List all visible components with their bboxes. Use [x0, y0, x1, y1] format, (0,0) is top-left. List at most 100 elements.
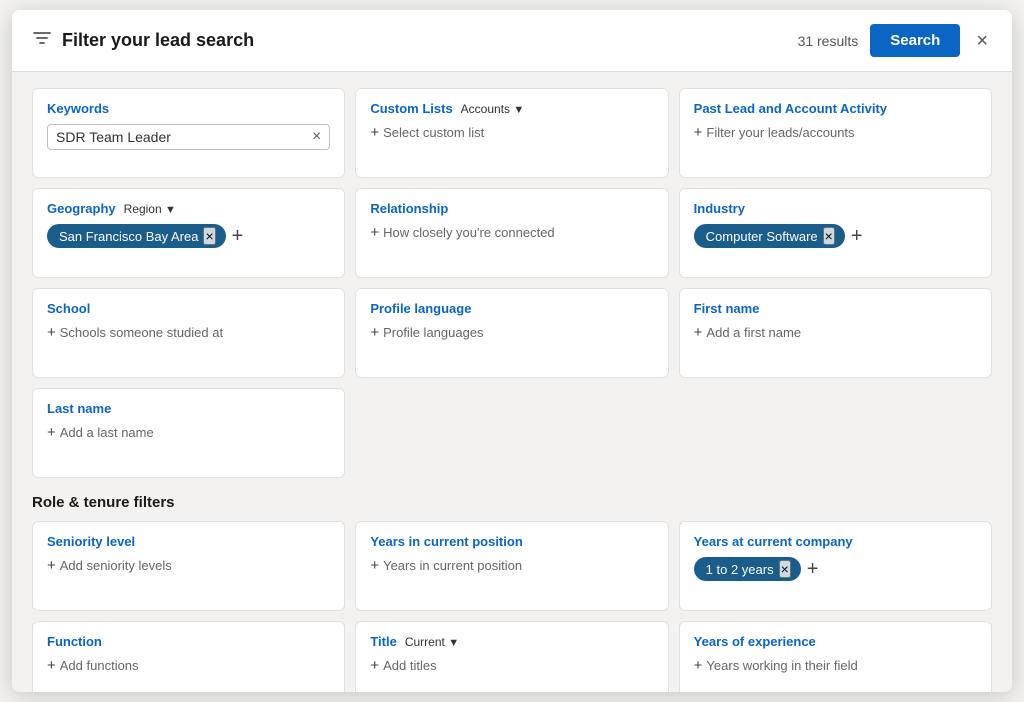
title-arrow-icon: ▼ — [448, 637, 459, 649]
custom-lists-plus-icon: + — [370, 124, 379, 141]
last-name-plus-icon: + — [47, 424, 56, 441]
profile-language-placeholder[interactable]: + Profile languages — [370, 324, 483, 341]
industry-tag-remove[interactable]: × — [823, 227, 835, 245]
seniority-level-plus-icon: + — [47, 557, 56, 574]
first-name-plus-icon: + — [694, 324, 703, 341]
modal-title: Filter your lead search — [62, 30, 254, 51]
title-content: + Add titles — [370, 657, 653, 674]
past-lead-label: Past Lead and Account Activity — [694, 101, 977, 116]
years-experience-content: + Years working in their field — [694, 657, 977, 674]
results-count: 31 results — [798, 33, 859, 49]
seniority-level-label: Seniority level — [47, 534, 330, 549]
first-name-placeholder[interactable]: + Add a first name — [694, 324, 801, 341]
industry-card: Industry Computer Software × + — [679, 188, 992, 278]
title-dropdown[interactable]: Current ▼ — [405, 635, 459, 649]
years-current-company-content: 1 to 2 years × + — [694, 557, 977, 581]
keywords-clear-button[interactable]: × — [312, 129, 321, 145]
function-plus-icon: + — [47, 657, 56, 674]
keywords-card: Keywords × — [32, 88, 345, 178]
industry-tag: Computer Software × — [694, 224, 845, 248]
industry-label: Industry — [694, 201, 977, 216]
years-current-position-card: Years in current position + Years in cur… — [355, 521, 668, 611]
geography-tag: San Francisco Bay Area × — [47, 224, 226, 248]
school-label: School — [47, 301, 330, 316]
filter-icon — [32, 28, 52, 53]
past-lead-card: Past Lead and Account Activity + Filter … — [679, 88, 992, 178]
profile-language-plus-icon: + — [370, 324, 379, 341]
past-lead-plus-icon: + — [694, 124, 703, 141]
geography-label: Geography Region ▼ — [47, 201, 330, 216]
relationship-plus-icon: + — [370, 224, 379, 241]
last-name-content: + Add a last name — [47, 424, 330, 441]
first-name-label: First name — [694, 301, 977, 316]
last-name-label: Last name — [47, 401, 330, 416]
years-current-position-placeholder[interactable]: + Years in current position — [370, 557, 522, 574]
title-placeholder[interactable]: + Add titles — [370, 657, 436, 674]
last-name-placeholder[interactable]: + Add a last name — [47, 424, 154, 441]
relationship-placeholder[interactable]: + How closely you're connected — [370, 224, 554, 241]
custom-lists-card: Custom Lists Accounts ▼ + Select custom … — [355, 88, 668, 178]
years-current-position-plus-icon: + — [370, 557, 379, 574]
relationship-card: Relationship + How closely you're connec… — [355, 188, 668, 278]
role-tenure-title: Role & tenure filters — [32, 494, 992, 511]
years-current-company-tag-remove[interactable]: × — [779, 560, 791, 578]
school-placeholder[interactable]: + Schools someone studied at — [47, 324, 223, 341]
region-arrow-icon: ▼ — [165, 204, 176, 216]
filter-modal: Filter your lead search 31 results Searc… — [12, 10, 1012, 692]
profile-language-label: Profile language — [370, 301, 653, 316]
search-button[interactable]: Search — [870, 24, 960, 57]
years-current-company-add-icon[interactable]: + — [807, 559, 819, 579]
geography-content: San Francisco Bay Area × + — [47, 224, 330, 248]
function-placeholder[interactable]: + Add functions — [47, 657, 139, 674]
modal-body: Keywords × Custom Lists Accounts ▼ + — [12, 72, 1012, 692]
geography-card: Geography Region ▼ San Francisco Bay Are… — [32, 188, 345, 278]
relationship-content: + How closely you're connected — [370, 224, 653, 241]
custom-lists-placeholder[interactable]: + Select custom list — [370, 124, 484, 141]
accounts-arrow-icon: ▼ — [513, 104, 524, 116]
close-button[interactable]: × — [972, 27, 992, 55]
function-card: Function + Add functions — [32, 621, 345, 692]
past-lead-content: + Filter your leads/accounts — [694, 124, 977, 141]
title-plus-icon: + — [370, 657, 379, 674]
keywords-label: Keywords — [47, 101, 330, 116]
years-experience-placeholder[interactable]: + Years working in their field — [694, 657, 858, 674]
years-current-company-label: Years at current company — [694, 534, 977, 549]
title-label: Title Current ▼ — [370, 634, 653, 649]
seniority-level-placeholder[interactable]: + Add seniority levels — [47, 557, 172, 574]
school-card: School + Schools someone studied at — [32, 288, 345, 378]
header-left: Filter your lead search — [32, 28, 254, 53]
past-lead-placeholder[interactable]: + Filter your leads/accounts — [694, 124, 855, 141]
school-plus-icon: + — [47, 324, 56, 341]
seniority-level-content: + Add seniority levels — [47, 557, 330, 574]
title-card: Title Current ▼ + Add titles — [355, 621, 668, 692]
industry-add-icon[interactable]: + — [851, 226, 863, 246]
top-filter-grid: Keywords × Custom Lists Accounts ▼ + — [32, 88, 992, 478]
geography-dropdown[interactable]: Region ▼ — [124, 202, 176, 216]
relationship-label: Relationship — [370, 201, 653, 216]
keywords-input[interactable] — [56, 129, 312, 145]
years-current-company-card: Years at current company 1 to 2 years × … — [679, 521, 992, 611]
geography-tag-remove[interactable]: × — [203, 227, 215, 245]
function-label: Function — [47, 634, 330, 649]
custom-lists-label: Custom Lists Accounts ▼ — [370, 101, 653, 116]
years-current-position-label: Years in current position — [370, 534, 653, 549]
custom-lists-dropdown[interactable]: Accounts ▼ — [461, 102, 525, 116]
modal-header: Filter your lead search 31 results Searc… — [12, 10, 1012, 72]
years-current-position-content: + Years in current position — [370, 557, 653, 574]
geography-add-icon[interactable]: + — [232, 226, 244, 246]
profile-language-card: Profile language + Profile languages — [355, 288, 668, 378]
industry-content: Computer Software × + — [694, 224, 977, 248]
last-name-card: Last name + Add a last name — [32, 388, 345, 478]
years-experience-card: Years of experience + Years working in t… — [679, 621, 992, 692]
years-experience-plus-icon: + — [694, 657, 703, 674]
header-right: 31 results Search × — [798, 24, 992, 57]
role-tenure-grid: Seniority level + Add seniority levels Y… — [32, 521, 992, 692]
years-experience-label: Years of experience — [694, 634, 977, 649]
years-current-company-tag: 1 to 2 years × — [694, 557, 801, 581]
function-content: + Add functions — [47, 657, 330, 674]
first-name-content: + Add a first name — [694, 324, 977, 341]
keywords-input-wrapper[interactable]: × — [47, 124, 330, 150]
profile-language-content: + Profile languages — [370, 324, 653, 341]
school-content: + Schools someone studied at — [47, 324, 330, 341]
custom-lists-content: + Select custom list — [370, 124, 653, 141]
